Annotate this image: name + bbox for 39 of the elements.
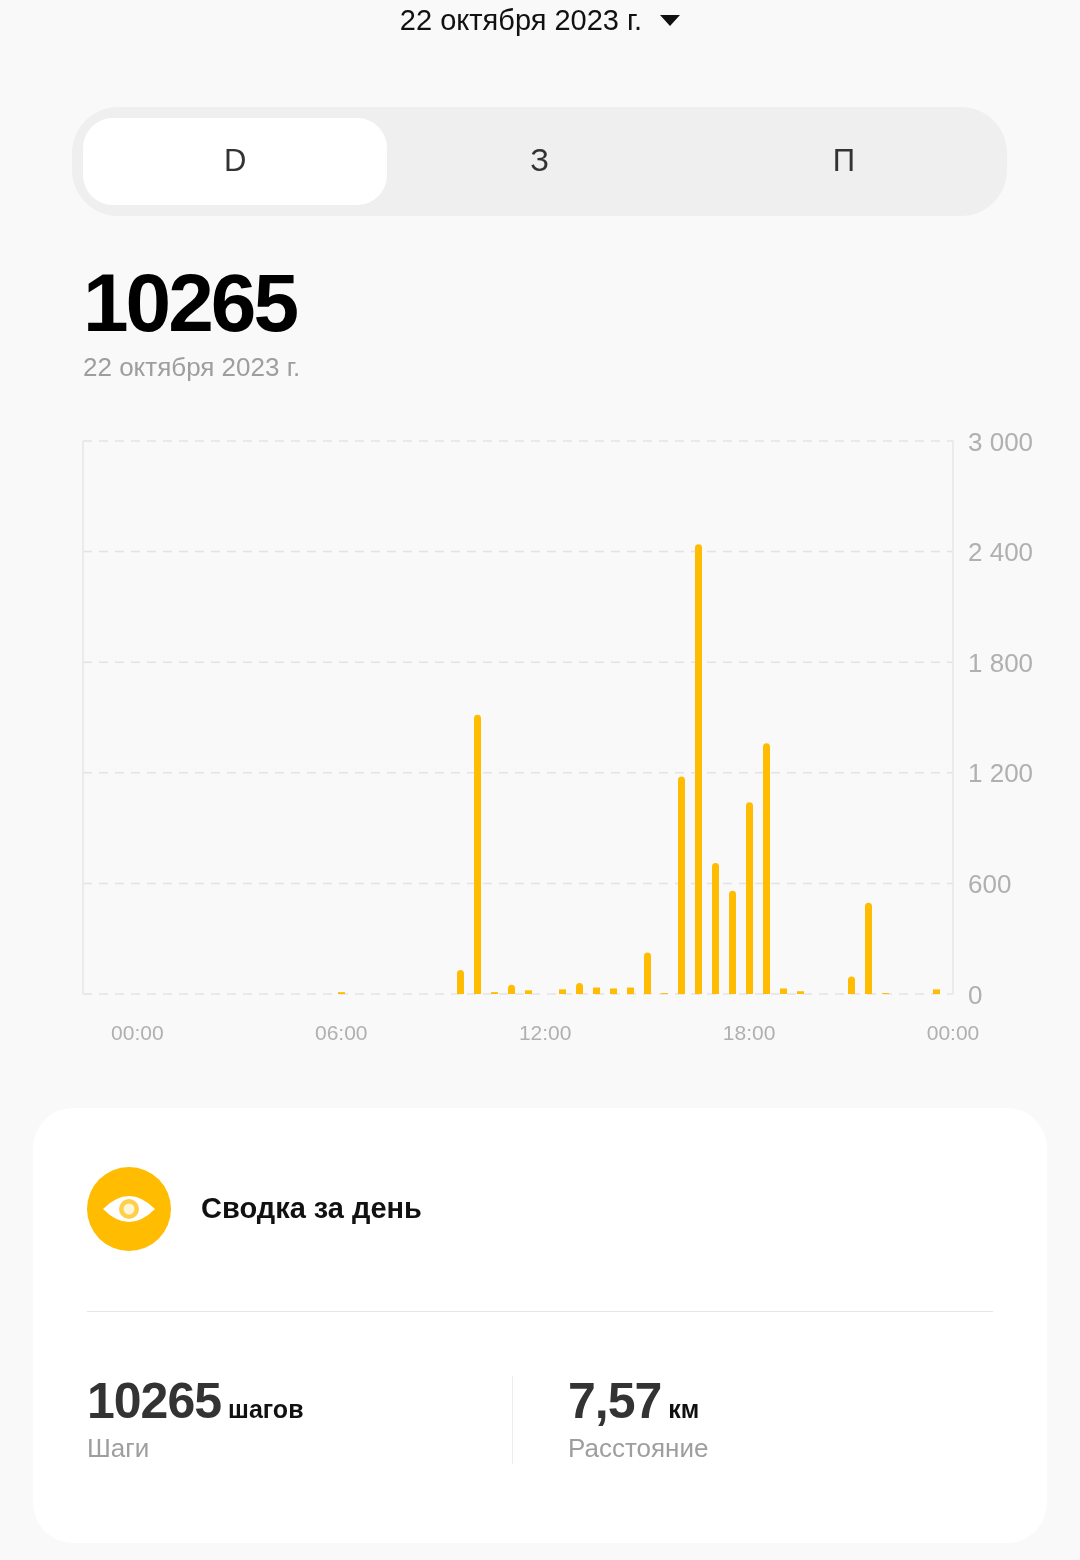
summary-date: 22 октября 2023 г. [83,352,302,383]
y-axis-label: 600 [968,868,1012,899]
x-axis-label: 06:00 [315,1021,368,1044]
date-picker[interactable]: 22 октября 2023 г. [395,0,685,40]
caret-down-icon [660,14,681,26]
bar [508,984,515,994]
y-axis-label: 0 [968,979,983,1010]
bar [933,989,940,994]
bar [780,988,787,994]
x-axis-label: 00:00 [111,1021,164,1044]
x-axis-label: 00:00 [926,1021,980,1044]
x-axis-label: 18:00 [722,1021,776,1044]
bar [525,990,532,994]
stat-label: Расстояние [568,1432,710,1464]
period-tab[interactable]: З [387,118,692,205]
stat-value: 7,57 [568,1376,662,1426]
y-axis-label: 2 400 [968,537,1034,568]
period-tab[interactable]: П [691,118,996,205]
bar [457,970,464,994]
eye-icon [87,1167,171,1251]
bar [627,987,634,994]
stat-unit: км [668,1394,700,1425]
bar [576,982,583,994]
period-tab[interactable]: D [83,118,388,205]
stat-unit: шагов [228,1394,304,1425]
stat-value: 10265 [87,1376,222,1426]
stat-label: Шаги [87,1432,151,1464]
y-axis-label: 3 000 [968,426,1034,457]
step-total: 10265 [83,262,298,344]
bar [559,989,566,994]
y-axis-label: 1 800 [968,647,1034,678]
bar [848,976,855,994]
y-axis-label: 1 200 [968,758,1034,789]
bar [593,987,600,994]
bar [644,952,651,994]
x-axis-label: 12:00 [518,1021,572,1044]
bar [797,991,804,994]
card-title: Сводка за день [201,1191,422,1227]
bar [610,988,617,994]
